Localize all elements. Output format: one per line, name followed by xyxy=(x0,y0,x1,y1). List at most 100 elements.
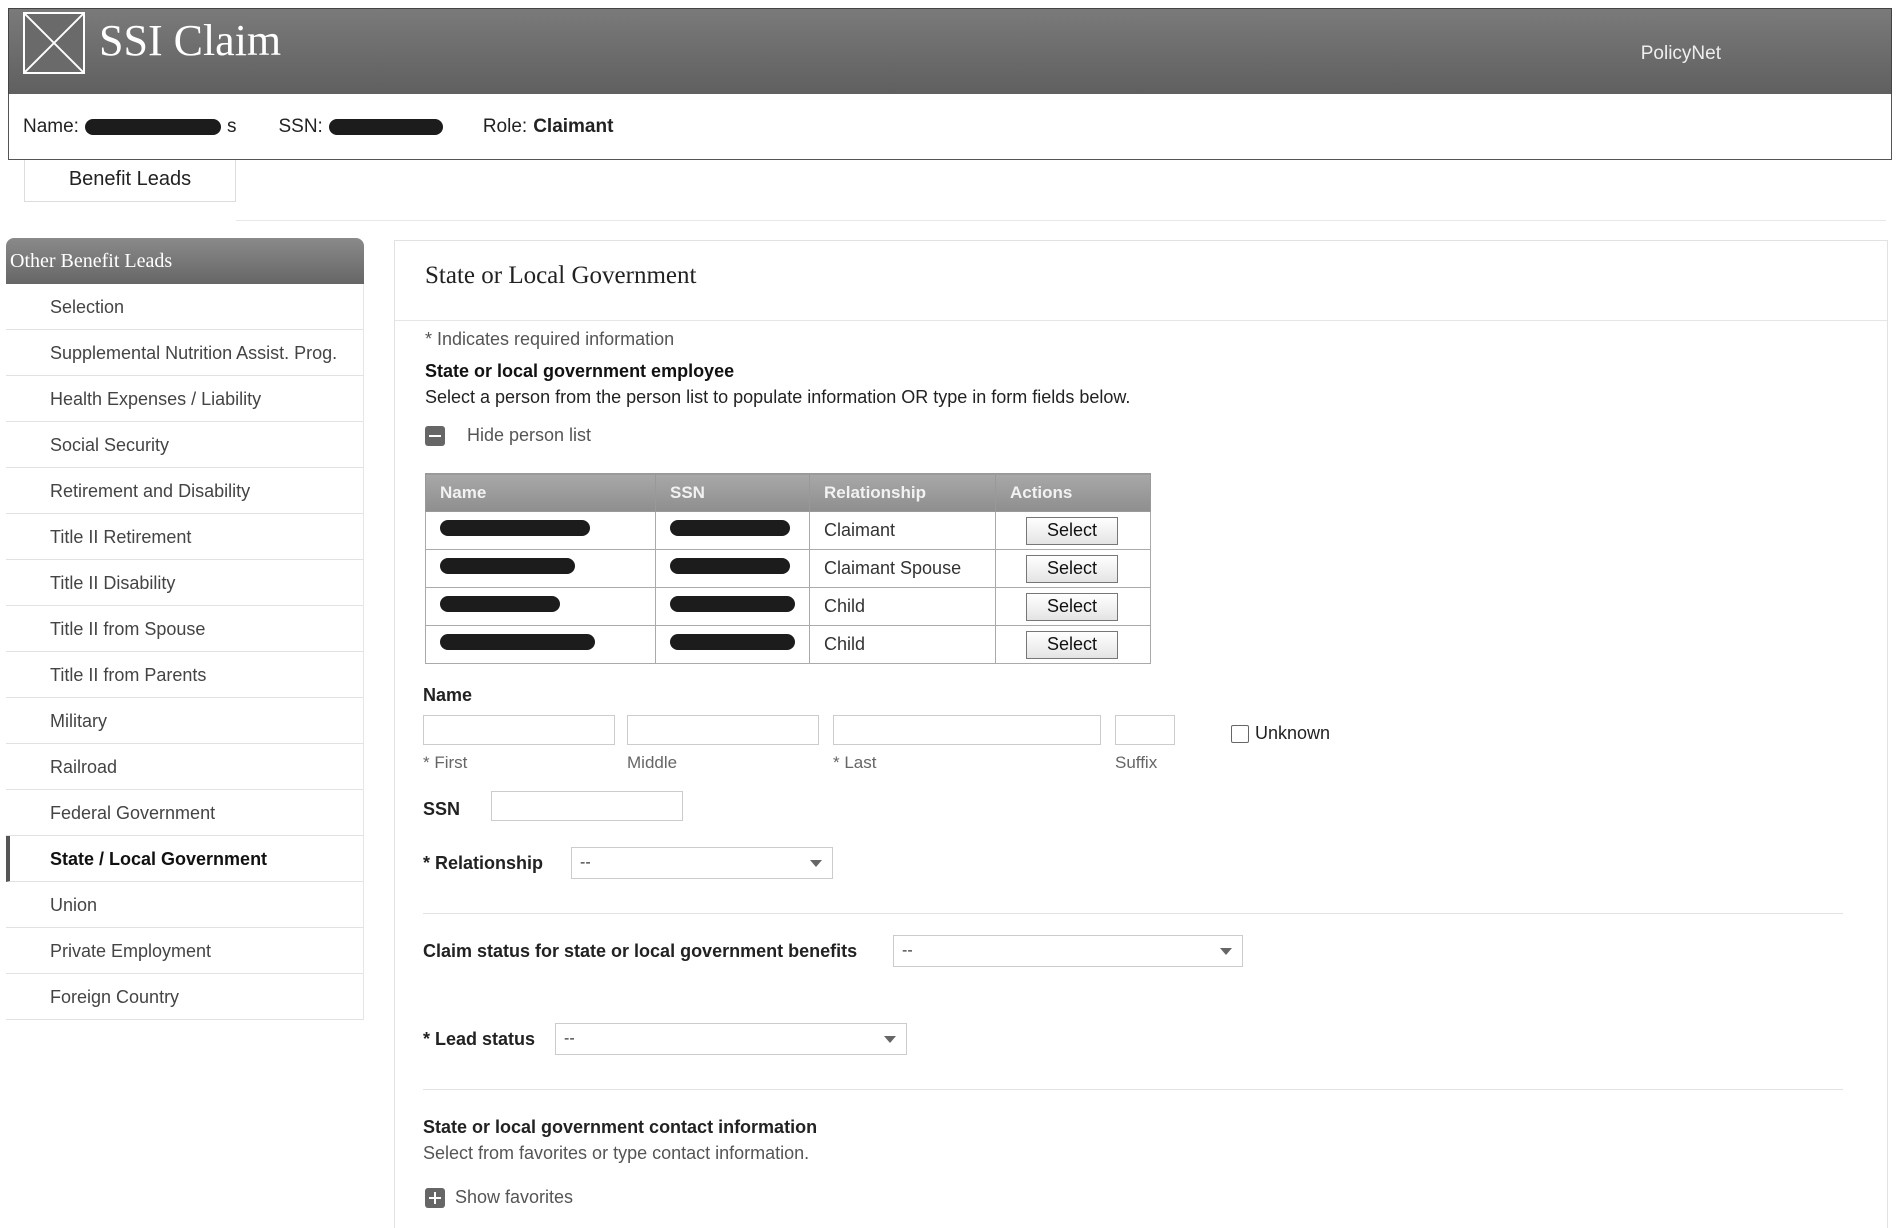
sidebar-item-state-local-government[interactable]: State / Local Government xyxy=(6,836,364,882)
redacted-name xyxy=(440,634,595,650)
policynet-link[interactable]: PolicyNet xyxy=(1641,43,1721,65)
cell-name xyxy=(425,511,656,550)
person-table: Name SSN Relationship Actions Claimant S… xyxy=(425,473,1151,664)
redacted-name xyxy=(440,520,590,536)
required-note: * Indicates required information xyxy=(425,329,675,349)
sidebar-item-snap[interactable]: Supplemental Nutrition Assist. Prog. xyxy=(6,330,364,376)
sidebar-item-health-expenses[interactable]: Health Expenses / Liability xyxy=(6,376,364,422)
redacted-ssn xyxy=(670,634,795,650)
user-ssn: SSN: xyxy=(278,115,443,138)
lead-status-select[interactable]: -- xyxy=(555,1023,907,1055)
sidebar-item-retirement-disability[interactable]: Retirement and Disability xyxy=(6,468,364,514)
sidebar-item-railroad[interactable]: Railroad xyxy=(6,744,364,790)
sidebar-item-title-ii-retirement[interactable]: Title II Retirement xyxy=(6,514,364,560)
role-value: Claimant xyxy=(533,115,614,137)
section-description: Select a person from the person list to … xyxy=(425,387,1131,407)
divider xyxy=(423,913,1843,914)
relationship-value: -- xyxy=(580,854,591,871)
claim-status-value: -- xyxy=(902,942,913,959)
table-row: Claimant Select xyxy=(425,511,1151,550)
table-header-row: Name SSN Relationship Actions xyxy=(425,473,1151,512)
relationship-select[interactable]: -- xyxy=(571,847,833,879)
app-title: SSI Claim xyxy=(99,16,282,65)
col-name-header: Name xyxy=(425,473,656,512)
name-label: Name: xyxy=(23,115,79,137)
page-title: State or Local Government xyxy=(395,241,1887,321)
col-actions-header: Actions xyxy=(995,473,1151,512)
collapse-icon[interactable] xyxy=(425,425,445,446)
last-name-input[interactable] xyxy=(833,715,1101,745)
hide-person-list-label[interactable]: Hide person list xyxy=(467,425,591,446)
unknown-label: Unknown xyxy=(1255,723,1331,743)
ssn-field-label: SSN xyxy=(423,799,461,819)
role-label: Role: xyxy=(482,115,528,137)
unknown-checkbox[interactable] xyxy=(1231,725,1249,743)
select-button[interactable]: Select xyxy=(1026,554,1118,583)
name-tail: s xyxy=(226,115,237,137)
suffix-input[interactable] xyxy=(1115,715,1175,745)
relationship-label: * Relationship xyxy=(423,853,544,873)
user-name: Name: s xyxy=(23,116,236,138)
ssn-label: SSN: xyxy=(278,115,323,137)
claim-status-select[interactable]: -- xyxy=(893,935,1243,967)
select-button[interactable]: Select xyxy=(1026,516,1118,545)
sidebar-item-federal-government[interactable]: Federal Government xyxy=(6,790,364,836)
sidebar-item-title-ii-disability[interactable]: Title II Disability xyxy=(6,560,364,606)
sidebar-item-foreign-country[interactable]: Foreign Country xyxy=(6,974,364,1020)
sidebar-item-private-employment[interactable]: Private Employment xyxy=(6,928,364,974)
table-row: Child Select xyxy=(425,625,1151,664)
name-label: Name xyxy=(423,685,473,705)
redacted-ssn xyxy=(328,118,443,135)
cell-ssn xyxy=(655,549,810,588)
sidebar: Other Benefit Leads Selection Supplement… xyxy=(6,238,364,1020)
sidebar-item-title-ii-spouse[interactable]: Title II from Spouse xyxy=(6,606,364,652)
table-row: Child Select xyxy=(425,587,1151,626)
show-favorites-toggle[interactable]: Show favorites xyxy=(425,1187,573,1208)
cell-actions: Select xyxy=(995,549,1151,588)
sidebar-item-military[interactable]: Military xyxy=(6,698,364,744)
claim-status-label: Claim status for state or local governme… xyxy=(423,941,858,961)
ssn-input[interactable] xyxy=(491,791,683,821)
contact-section-desc: Select from favorites or type contact in… xyxy=(423,1143,810,1163)
cell-actions: Select xyxy=(995,511,1151,550)
redacted-ssn xyxy=(670,596,795,612)
sidebar-item-title-ii-parents[interactable]: Title II from Parents xyxy=(6,652,364,698)
cell-ssn xyxy=(655,511,810,550)
tab-benefit-leads[interactable]: Benefit Leads xyxy=(24,160,236,202)
logo-icon xyxy=(23,12,85,74)
sidebar-item-union[interactable]: Union xyxy=(6,882,364,928)
sidebar-item-selection[interactable]: Selection xyxy=(6,284,364,330)
select-button[interactable]: Select xyxy=(1026,592,1118,621)
user-info-bar: Name: s SSN: Role: Claimant xyxy=(8,94,1892,160)
col-relationship-header: Relationship xyxy=(809,473,996,512)
sidebar-item-social-security[interactable]: Social Security xyxy=(6,422,364,468)
divider xyxy=(423,1089,1843,1090)
main-panel: State or Local Government * Indicates re… xyxy=(394,240,1888,1228)
cell-ssn xyxy=(655,625,810,664)
cell-actions: Select xyxy=(995,587,1151,626)
lead-status-value: -- xyxy=(564,1030,575,1047)
user-role: Role: Claimant xyxy=(483,116,614,138)
redacted-ssn xyxy=(670,558,790,574)
expand-icon[interactable] xyxy=(425,1187,445,1208)
show-favorites-label[interactable]: Show favorites xyxy=(455,1187,573,1208)
cell-name xyxy=(425,587,656,626)
cell-name xyxy=(425,625,656,664)
middle-name-input[interactable] xyxy=(627,715,819,745)
cell-actions: Select xyxy=(995,625,1151,664)
app-header: SSI Claim PolicyNet xyxy=(8,8,1892,100)
redacted-name xyxy=(440,558,575,574)
redacted-ssn xyxy=(670,520,790,536)
hide-person-list-toggle[interactable]: Hide person list xyxy=(425,425,591,446)
cell-relationship: Claimant Spouse xyxy=(809,549,996,588)
first-name-input[interactable] xyxy=(423,715,615,745)
first-sublabel: * First xyxy=(423,753,468,772)
select-button[interactable]: Select xyxy=(1026,630,1118,659)
sidebar-heading: Other Benefit Leads xyxy=(6,238,364,284)
chevron-down-icon xyxy=(810,860,822,867)
last-sublabel: * Last xyxy=(833,753,877,772)
cell-name xyxy=(425,549,656,588)
middle-sublabel: Middle xyxy=(627,753,678,772)
chevron-down-icon xyxy=(1220,948,1232,955)
suffix-sublabel: Suffix xyxy=(1115,753,1158,772)
